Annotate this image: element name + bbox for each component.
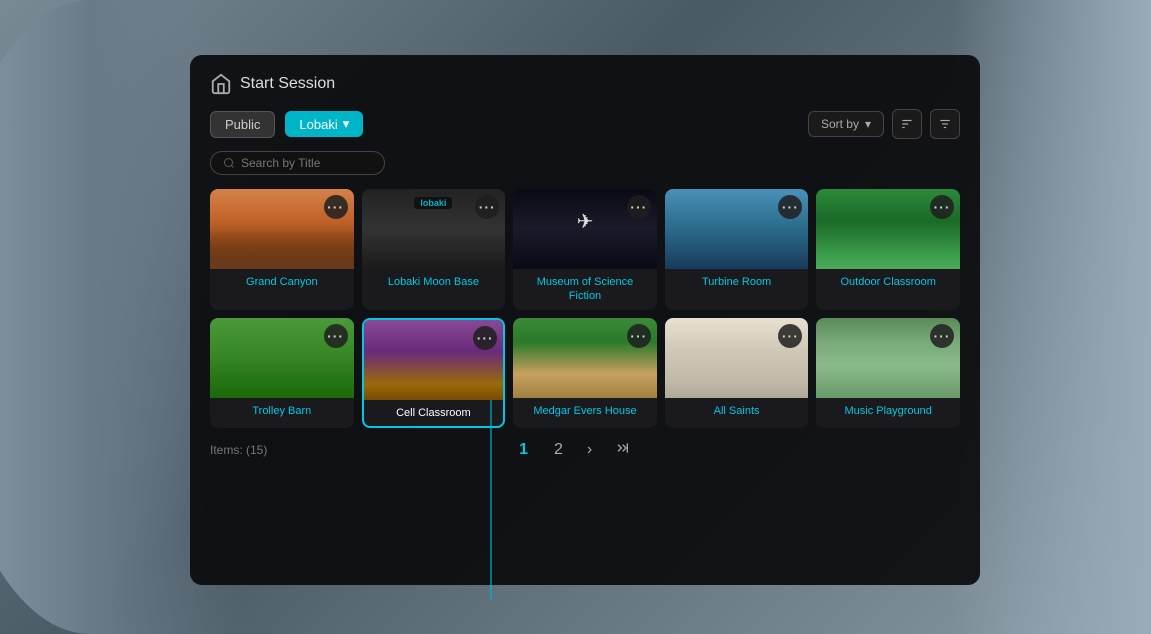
bg-right-decor: [951, 0, 1151, 634]
card-label-museum-science-fiction: Museum of Science Fiction: [513, 269, 657, 310]
card-thumb-turbine-room: ···: [665, 189, 809, 269]
card-lobaki-moon-base[interactable]: ··· Lobaki Moon Base: [362, 189, 506, 310]
card-thumb-medgar-evers-house: ···: [513, 318, 657, 398]
panel-title: Start Session: [240, 75, 335, 93]
card-thumb-music-playground: ···: [816, 318, 960, 398]
card-music-playground[interactable]: ··· Music Playground: [816, 318, 960, 428]
sort-icon: [900, 117, 914, 131]
more-options-button-medgar-evers-house[interactable]: ···: [627, 324, 651, 348]
card-label-music-playground: Music Playground: [816, 398, 960, 424]
search-icon: [223, 157, 235, 169]
more-options-button-cell-classroom[interactable]: ···: [473, 326, 497, 350]
more-options-button-outdoor-classroom[interactable]: ···: [930, 195, 954, 219]
last-page-button[interactable]: [610, 438, 634, 463]
chevron-down-icon: ▾: [343, 116, 350, 132]
card-trolley-barn[interactable]: ··· Trolley Barn: [210, 318, 354, 428]
card-label-lobaki-moon-base: Lobaki Moon Base: [362, 269, 506, 295]
panel-header: Start Session: [210, 73, 960, 95]
card-label-turbine-room: Turbine Room: [665, 269, 809, 295]
card-outdoor-classroom[interactable]: ··· Outdoor Classroom: [816, 189, 960, 310]
footer-row: Items: (15) 1 2 ›: [210, 438, 960, 463]
filter-icon: [938, 117, 952, 131]
more-options-button-grand-canyon[interactable]: ···: [324, 195, 348, 219]
last-page-icon: [614, 440, 630, 456]
more-options-button-trolley-barn[interactable]: ···: [324, 324, 348, 348]
main-panel: Start Session Public Lobaki ▾ Sort by ▾: [190, 55, 980, 585]
card-thumb-cell-classroom: ···: [364, 320, 504, 400]
controls-row: Public Lobaki ▾ Sort by ▾: [210, 109, 960, 139]
right-controls: Sort by ▾: [808, 109, 960, 139]
card-label-cell-classroom: Cell Classroom: [364, 400, 504, 426]
pagination: 1 2 ›: [267, 438, 880, 463]
search-input[interactable]: [241, 156, 371, 170]
card-label-grand-canyon: Grand Canyon: [210, 269, 354, 295]
home-icon: [210, 73, 232, 95]
card-turbine-room[interactable]: ··· Turbine Room: [665, 189, 809, 310]
vertical-line-decor: [490, 400, 492, 600]
card-cell-classroom[interactable]: ··· Cell Classroom: [362, 318, 506, 428]
next-page-button[interactable]: ›: [583, 439, 596, 461]
chevron-down-icon: ▾: [865, 117, 871, 131]
more-options-button-music-playground[interactable]: ···: [930, 324, 954, 348]
items-count: Items: (15): [210, 443, 267, 457]
card-label-outdoor-classroom: Outdoor Classroom: [816, 269, 960, 295]
page-1-button[interactable]: 1: [513, 439, 534, 461]
card-all-saints[interactable]: ··· All Saints: [665, 318, 809, 428]
card-thumb-all-saints: ···: [665, 318, 809, 398]
card-thumb-lobaki-moon-base: ···: [362, 189, 506, 269]
more-options-button-lobaki-moon-base[interactable]: ···: [475, 195, 499, 219]
card-thumb-outdoor-classroom: ···: [816, 189, 960, 269]
more-options-button-museum-science-fiction[interactable]: ···: [627, 195, 651, 219]
filter-button[interactable]: [930, 109, 960, 139]
card-label-medgar-evers-house: Medgar Evers House: [513, 398, 657, 424]
card-thumb-museum-science-fiction: ···: [513, 189, 657, 269]
left-controls: Public Lobaki ▾: [210, 111, 363, 138]
card-thumb-trolley-barn: ···: [210, 318, 354, 398]
card-label-all-saints: All Saints: [665, 398, 809, 424]
card-medgar-evers-house[interactable]: ··· Medgar Evers House: [513, 318, 657, 428]
page-2-button[interactable]: 2: [548, 439, 569, 461]
card-museum-science-fiction[interactable]: ··· Museum of Science Fiction: [513, 189, 657, 310]
card-thumb-grand-canyon: ···: [210, 189, 354, 269]
card-grand-canyon[interactable]: ··· Grand Canyon: [210, 189, 354, 310]
cards-grid: ··· Grand Canyon ··· Lobaki Moon Base ··…: [210, 189, 960, 428]
sort-order-button[interactable]: [892, 109, 922, 139]
more-options-button-all-saints[interactable]: ···: [778, 324, 802, 348]
public-tab-button[interactable]: Public: [210, 111, 275, 138]
lobaki-tab-button[interactable]: Lobaki ▾: [285, 111, 363, 137]
card-label-trolley-barn: Trolley Barn: [210, 398, 354, 424]
search-box[interactable]: [210, 151, 385, 175]
sort-by-button[interactable]: Sort by ▾: [808, 111, 884, 137]
